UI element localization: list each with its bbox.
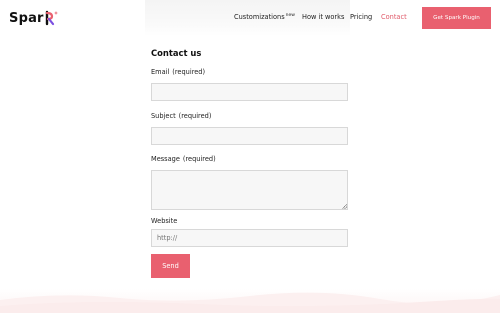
send-button[interactable]: Send — [151, 254, 190, 278]
nav-item-contact[interactable]: Contact — [381, 13, 407, 21]
subject-label-text: Subject — [151, 112, 176, 120]
site-header: Spar Customizationsnew How it works Pric… — [0, 0, 500, 36]
email-field[interactable] — [151, 83, 348, 101]
required-marker: (required) — [182, 155, 216, 163]
subject-label: Subject (required) — [151, 112, 211, 120]
subject-field[interactable] — [151, 127, 348, 145]
message-textarea[interactable] — [151, 170, 348, 210]
nav-item-customizations[interactable]: Customizationsnew — [234, 13, 295, 21]
get-spark-plugin-button[interactable]: Get Spark Plugin — [422, 7, 491, 29]
nav-item-label: Customizations — [234, 13, 285, 21]
email-label-text: Email — [151, 68, 170, 76]
required-marker: (required) — [172, 68, 206, 76]
message-label: Message (required) — [151, 155, 216, 163]
logo-wordmark: Spar — [9, 10, 44, 26]
required-marker: (required) — [178, 112, 212, 120]
footer-wave — [0, 292, 500, 313]
nav-item-pricing[interactable]: Pricing — [350, 13, 372, 21]
new-badge: new — [285, 13, 295, 18]
website-label: Website — [151, 217, 177, 225]
spark-logo-icon — [45, 10, 58, 26]
form-title: Contact us — [151, 48, 202, 58]
message-label-text: Message — [151, 155, 180, 163]
nav-item-how-it-works[interactable]: How it works — [302, 13, 344, 21]
email-label: Email (required) — [151, 68, 205, 76]
website-field[interactable] — [151, 229, 348, 247]
site-logo[interactable]: Spar — [9, 9, 59, 27]
website-label-text: Website — [151, 217, 178, 225]
